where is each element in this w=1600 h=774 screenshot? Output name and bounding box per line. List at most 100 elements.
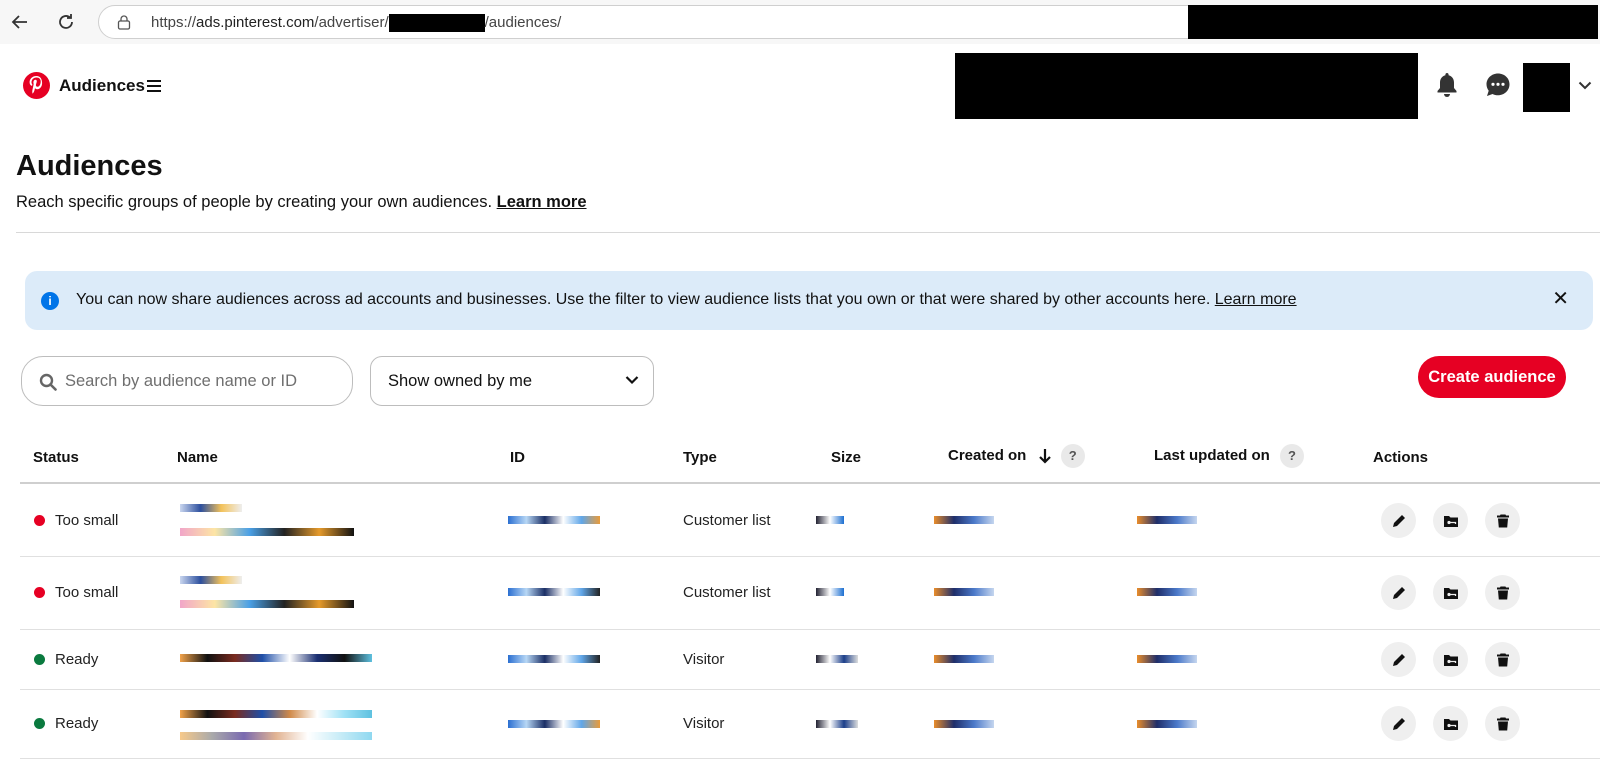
created-on-label: Created on	[948, 446, 1027, 464]
share-button[interactable]	[1433, 642, 1468, 677]
page-title: Audiences	[16, 150, 163, 182]
back-icon[interactable]	[6, 8, 34, 36]
status-text: Too small	[55, 512, 119, 529]
learn-more-link[interactable]: Learn more	[497, 193, 587, 211]
delete-button[interactable]	[1485, 503, 1520, 538]
url-text: https://ads.pinterest.com/advertiser/ /au…	[151, 14, 561, 33]
edit-button[interactable]	[1381, 642, 1416, 677]
type-text: Customer list	[683, 584, 771, 601]
redacted-id	[508, 655, 600, 663]
avatar[interactable]	[1523, 63, 1570, 112]
redacted-name	[180, 732, 372, 740]
column-name[interactable]: Name	[177, 449, 218, 466]
filter-value: Show owned by me	[388, 372, 532, 390]
create-audience-button[interactable]: Create audience	[1418, 356, 1566, 398]
column-actions: Actions	[1373, 449, 1429, 466]
pencil-icon	[1392, 514, 1405, 527]
redacted-updated-date	[1137, 516, 1197, 524]
type-text: Visitor	[683, 715, 725, 732]
redacted-name	[180, 528, 354, 536]
banner-text: You can now share audiences across ad ac…	[76, 291, 1211, 308]
table-row[interactable]: Too small Customer list	[20, 557, 1600, 629]
redacted-name	[180, 600, 354, 608]
folder-key-icon	[1443, 515, 1458, 527]
info-banner: i You can now share audiences across ad …	[25, 271, 1593, 330]
redacted-updated-date	[1137, 720, 1197, 728]
search-field[interactable]	[21, 356, 353, 406]
redacted-size	[816, 516, 844, 524]
column-created-on[interactable]: Created on ?	[948, 444, 1085, 468]
folder-key-icon	[1443, 587, 1458, 599]
subtitle-text: Reach specific groups of people by creat…	[16, 193, 493, 211]
edit-button[interactable]	[1381, 575, 1416, 610]
pencil-icon	[1392, 586, 1405, 599]
redacted-name	[180, 504, 242, 512]
folder-key-icon	[1443, 654, 1458, 666]
app-title: Audiences	[59, 76, 145, 95]
info-icon: i	[41, 292, 59, 310]
banner-learn-more-link[interactable]: Learn more	[1215, 291, 1297, 308]
redacted-size	[816, 588, 844, 596]
redacted-created-date	[934, 655, 994, 663]
ownership-filter-select[interactable]: Show owned by me	[370, 356, 654, 406]
edit-button[interactable]	[1381, 503, 1416, 538]
edit-button[interactable]	[1381, 706, 1416, 741]
close-icon[interactable]: ✕	[1552, 289, 1569, 309]
chevron-down-icon[interactable]	[1574, 70, 1596, 100]
redacted-advertiser-id	[388, 14, 485, 33]
bell-icon[interactable]	[1432, 70, 1462, 100]
delete-button[interactable]	[1485, 706, 1520, 741]
table-row[interactable]: Ready Visitor	[20, 630, 1600, 689]
column-type[interactable]: Type	[683, 449, 717, 466]
help-icon[interactable]: ?	[1060, 444, 1085, 468]
column-last-updated-on[interactable]: Last updated on ?	[1154, 444, 1305, 468]
share-button[interactable]	[1433, 706, 1468, 741]
share-button[interactable]	[1433, 503, 1468, 538]
trash-icon	[1496, 717, 1509, 730]
type-text: Visitor	[683, 651, 725, 668]
lock-icon	[117, 15, 131, 30]
row-divider	[20, 758, 1600, 759]
status-dot	[34, 654, 45, 665]
help-icon[interactable]: ?	[1280, 444, 1305, 468]
pinterest-logo[interactable]	[23, 72, 50, 99]
banner-message: You can now share audiences across ad ac…	[76, 291, 1297, 309]
column-size[interactable]: Size	[831, 449, 861, 466]
redacted-created-date	[934, 720, 994, 728]
status-dot	[34, 718, 45, 729]
redacted-updated-date	[1137, 588, 1197, 596]
status-text: Ready	[55, 651, 99, 668]
delete-button[interactable]	[1485, 642, 1520, 677]
redacted-region	[1188, 5, 1598, 39]
url-host: ads.pinterest.com	[196, 14, 315, 31]
messages-icon[interactable]	[1483, 70, 1513, 100]
table-row[interactable]: Too small Customer list	[20, 484, 1600, 556]
page-subtitle: Reach specific groups of people by creat…	[16, 193, 587, 212]
reload-icon[interactable]	[52, 8, 80, 36]
status-text: Ready	[55, 715, 99, 732]
browser-toolbar: https://ads.pinterest.com/advertiser/ /au…	[0, 0, 1600, 44]
redacted-region	[955, 53, 1418, 119]
search-icon	[39, 373, 57, 391]
search-input[interactable]	[65, 369, 335, 393]
redacted-created-date	[934, 516, 994, 524]
redacted-name	[180, 576, 242, 584]
last-updated-label: Last updated on	[1154, 446, 1270, 464]
type-text: Customer list	[683, 512, 771, 529]
redacted-name	[180, 654, 372, 662]
redacted-size	[816, 720, 858, 728]
pencil-icon	[1392, 717, 1405, 730]
delete-button[interactable]	[1485, 575, 1520, 610]
column-status[interactable]: Status	[33, 449, 79, 466]
column-id[interactable]: ID	[510, 449, 525, 466]
redacted-id	[508, 720, 600, 728]
redacted-id	[508, 588, 600, 596]
table-row[interactable]: Ready Visitor	[20, 690, 1600, 758]
menu-icon[interactable]	[147, 80, 161, 92]
status-dot	[34, 587, 45, 598]
share-button[interactable]	[1433, 575, 1468, 610]
sort-descending-icon[interactable]	[1038, 448, 1051, 464]
url-prefix: https://	[151, 14, 197, 31]
status-text: Too small	[55, 584, 119, 601]
status-dot	[34, 515, 45, 526]
